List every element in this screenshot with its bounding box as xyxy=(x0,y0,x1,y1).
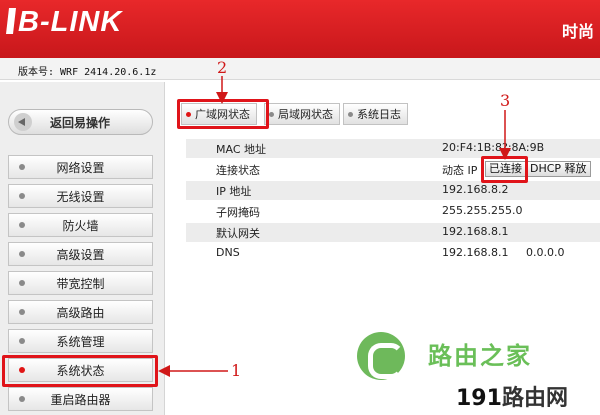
back-arrow-icon xyxy=(14,113,32,131)
tab-lan-status[interactable]: 局域网状态 xyxy=(264,103,340,125)
connection-type-value: 动态 IP xyxy=(442,164,478,177)
logo-mark-icon xyxy=(6,8,16,34)
row-label: IP 地址 xyxy=(216,185,252,198)
header-bar: B-LINK 时尚 xyxy=(0,0,600,58)
status-row-ip: IP 地址 192.168.8.2 xyxy=(186,181,600,200)
watermark-site-number: 191 xyxy=(456,386,502,411)
row-label: 连接状态 xyxy=(216,164,260,177)
highlight-box-wan-tab xyxy=(177,99,269,129)
sidebar-item-advanced-settings[interactable]: 高级设置 xyxy=(8,242,153,266)
back-to-easy-mode-button[interactable]: 返回易操作 xyxy=(8,109,153,135)
annotation-number-2: 2 xyxy=(217,58,228,77)
bullet-icon xyxy=(348,111,353,117)
brand-name: B-LINK xyxy=(18,6,123,38)
sidebar-item-wireless-settings[interactable]: 无线设置 xyxy=(8,184,153,208)
sidebar-item-label: 防火墙 xyxy=(62,218,99,233)
gateway-value: 192.168.8.1 xyxy=(442,225,509,238)
tab-system-log[interactable]: 系统日志 xyxy=(343,103,408,125)
mac-address-value: 20:F4:1B:8?:8A:9B xyxy=(442,141,545,154)
row-label: 子网掩码 xyxy=(216,206,260,219)
watermark-text-site: 191路由网 xyxy=(456,380,568,412)
highlight-box-system-status xyxy=(2,355,158,387)
dns-secondary-value: 0.0.0.0 xyxy=(526,246,565,259)
dns-primary-value: 192.168.8.1 xyxy=(442,246,509,259)
tab-label: 系统日志 xyxy=(357,108,401,121)
sidebar-item-reboot-router[interactable]: 重启路由器 xyxy=(8,387,153,411)
status-row-subnet: 子网掩码 255.255.255.0 xyxy=(186,202,600,221)
watermark-logo-icon xyxy=(357,332,405,380)
sidebar-item-label: 无线设置 xyxy=(56,189,105,204)
dhcp-release-button[interactable]: DHCP 释放 xyxy=(526,161,591,177)
status-row-dns: DNS 192.168.8.1 0.0.0.0 xyxy=(186,244,600,263)
firmware-version: 版本号: WRF 2414.20.6.1z xyxy=(18,67,157,78)
highlight-box-connected xyxy=(481,156,528,183)
status-row-connection: 连接状态 动态 IP 已连接 DHCP 释放 xyxy=(186,160,600,179)
row-label: MAC 地址 xyxy=(216,143,266,156)
status-row-mac: MAC 地址 20:F4:1B:8?:8A:9B xyxy=(186,139,600,158)
sidebar-item-label: 网络设置 xyxy=(56,160,105,175)
sidebar-item-label: 高级设置 xyxy=(56,247,105,262)
sidebar-item-label: 系统管理 xyxy=(56,334,105,349)
sidebar-item-label: 带宽控制 xyxy=(56,276,105,291)
sidebar-item-label: 高级路由 xyxy=(56,305,105,320)
annotation-number-1: 1 xyxy=(231,361,242,380)
watermark-site-text: 路由网 xyxy=(501,386,568,411)
row-label: DNS xyxy=(216,246,240,259)
subnet-mask-value: 255.255.255.0 xyxy=(442,204,523,217)
back-button-label: 返回易操作 xyxy=(50,115,111,130)
ip-address-value: 192.168.8.2 xyxy=(442,183,509,196)
sidebar-item-label: 重启路由器 xyxy=(50,392,111,407)
watermark-text-main: 路由之家 xyxy=(428,342,532,370)
row-label: 默认网关 xyxy=(216,227,260,240)
header-slogan: 时尚 xyxy=(561,22,594,41)
status-row-gateway: 默认网关 192.168.8.1 xyxy=(186,223,600,242)
sidebar-item-system-management[interactable]: 系统管理 xyxy=(8,329,153,353)
sidebar-item-bandwidth-control[interactable]: 带宽控制 xyxy=(8,271,153,295)
sidebar-item-advanced-routing[interactable]: 高级路由 xyxy=(8,300,153,324)
annotation-number-3: 3 xyxy=(500,91,511,110)
brand-logo: B-LINK xyxy=(6,6,122,39)
sidebar-item-network-settings[interactable]: 网络设置 xyxy=(8,155,153,179)
sidebar-item-firewall[interactable]: 防火墙 xyxy=(8,213,153,237)
bullet-icon xyxy=(269,111,274,117)
tab-label: 局域网状态 xyxy=(278,108,333,121)
